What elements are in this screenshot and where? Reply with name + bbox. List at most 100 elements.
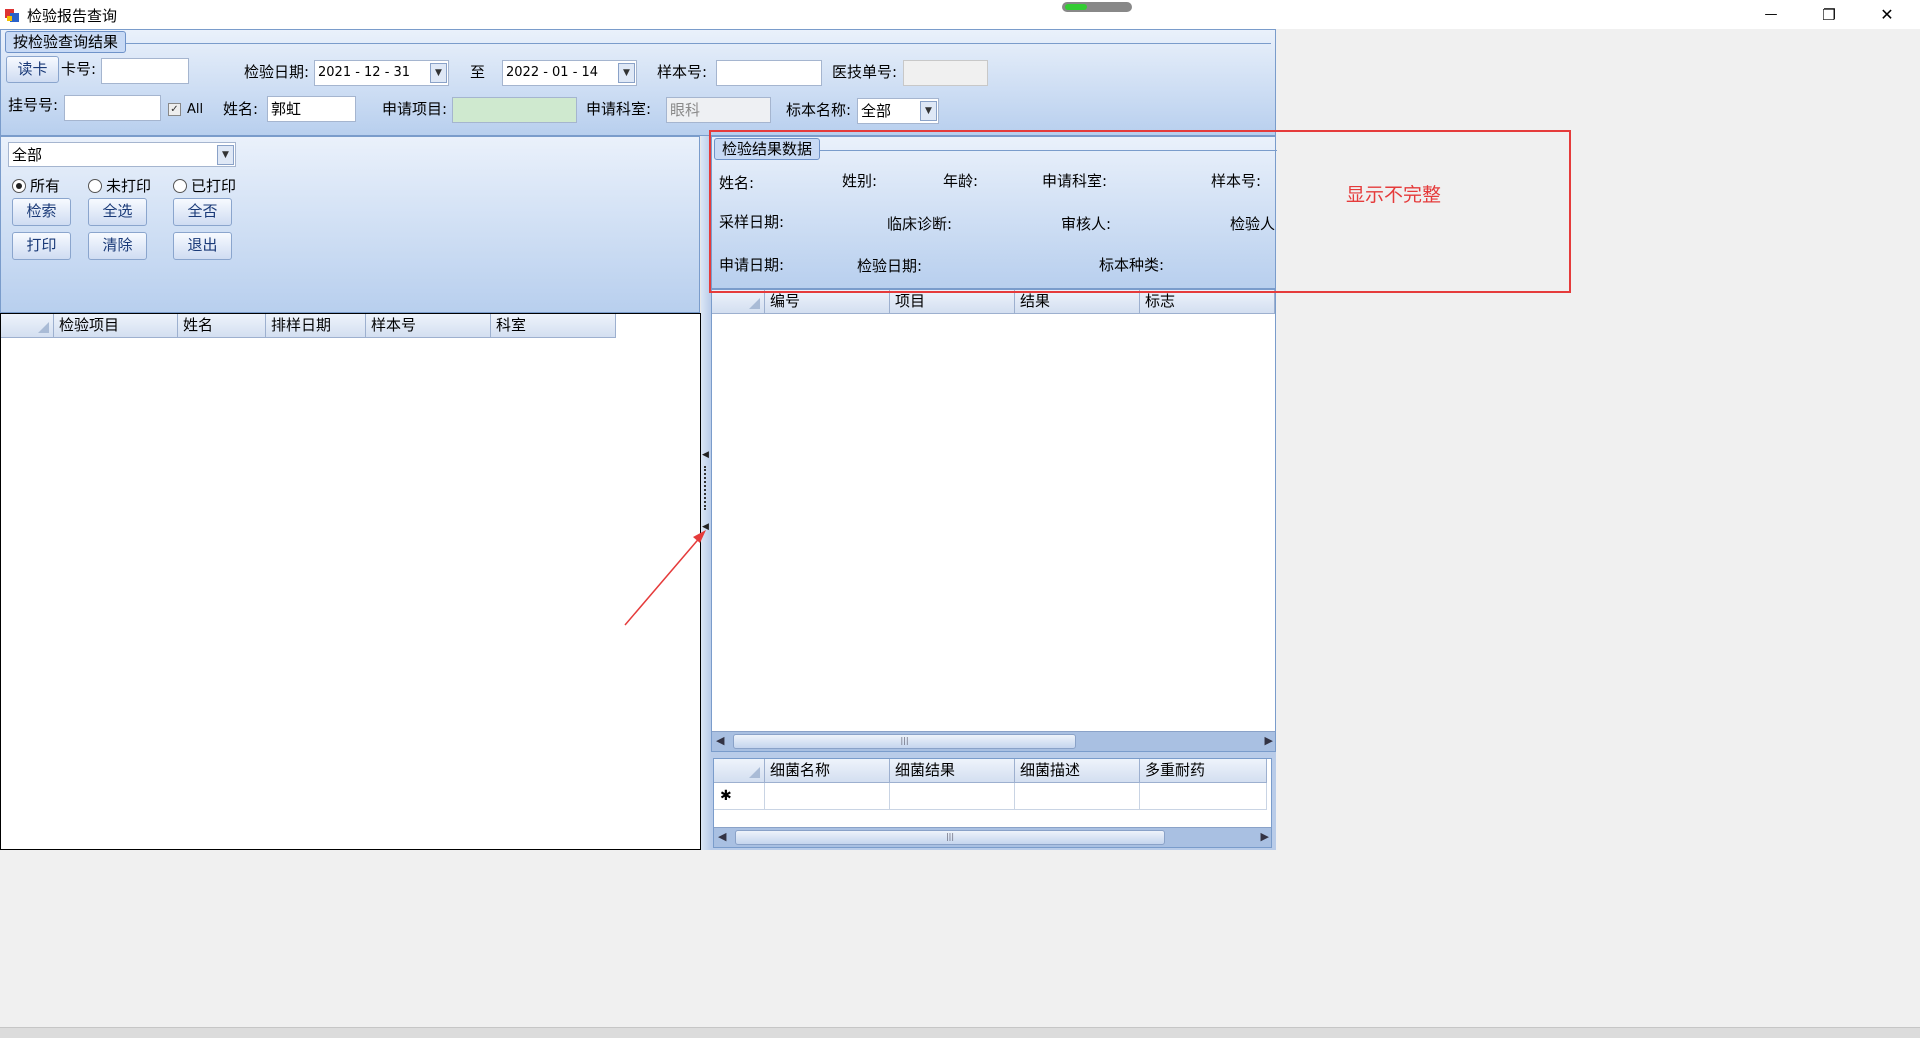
- scroll-right-icon[interactable]: ▶: [1261, 830, 1269, 843]
- new-row[interactable]: ✱: [714, 783, 1271, 810]
- chevron-down-icon[interactable]: ▼: [920, 101, 937, 121]
- radio-checked-icon: [12, 178, 26, 193]
- grip-icon: [704, 466, 708, 510]
- date-from-value: 2021 - 12 - 31: [318, 65, 411, 80]
- date-to-picker[interactable]: 2022 - 01 - 14 ▼: [502, 60, 637, 86]
- doctor-order-input[interactable]: [903, 60, 988, 86]
- taskbar-progress-indicator: [1062, 2, 1132, 12]
- select-all-button[interactable]: 全选: [88, 198, 147, 226]
- annotation-highlight-box: [709, 130, 1571, 293]
- result-grid[interactable]: 编号 项目 结果 标志 ◀ ||| ▶: [711, 289, 1276, 752]
- specimen-name-value: 全部: [861, 102, 892, 120]
- row-header-corner: [712, 290, 765, 314]
- close-button[interactable]: ✕: [1864, 0, 1910, 29]
- collapse-left-icon[interactable]: ◀: [702, 450, 709, 460]
- minimize-icon: —: [1764, 7, 1778, 22]
- table-cell[interactable]: [890, 783, 1015, 810]
- exit-button[interactable]: 退出: [173, 232, 232, 260]
- inspection-list-header: 检验项目 姓名 排样日期 样本号 科室: [1, 314, 616, 338]
- radio-printed[interactable]: 已打印: [173, 175, 236, 196]
- search-button[interactable]: 检索: [12, 198, 71, 226]
- scroll-thumb[interactable]: |||: [733, 734, 1076, 749]
- column-header[interactable]: 样本号: [366, 314, 491, 338]
- annotation-arrow-icon: [624, 530, 706, 626]
- reg-no-input[interactable]: [64, 95, 161, 121]
- radio-unchecked-icon: [173, 178, 187, 193]
- table-cell[interactable]: [765, 783, 890, 810]
- table-cell[interactable]: [1015, 783, 1140, 810]
- inspect-date-label: 检验日期:: [244, 63, 310, 81]
- column-header[interactable]: 检验项目: [54, 314, 178, 338]
- bacteria-grid[interactable]: 细菌名称 细菌结果 细菌描述 多重耐药 ✱ ◀ ||| ▶: [713, 758, 1272, 848]
- bacteria-grid-hscrollbar[interactable]: ◀ ||| ▶: [714, 827, 1271, 847]
- restore-button[interactable]: ❐: [1806, 0, 1852, 29]
- bottom-strip: [0, 1027, 1920, 1038]
- column-header[interactable]: 排样日期: [266, 314, 366, 338]
- apply-item-input[interactable]: [452, 97, 577, 123]
- card-no-input[interactable]: [101, 58, 189, 84]
- annotation-text: 显示不完整: [1346, 184, 1442, 206]
- bacteria-grid-container: 细菌名称 细菌结果 细菌描述 多重耐药 ✱ ◀ ||| ▶: [711, 752, 1276, 850]
- select-none-button[interactable]: 全否: [173, 198, 232, 226]
- column-header[interactable]: 细菌结果: [890, 759, 1015, 783]
- row-header-corner: [1, 314, 54, 338]
- chevron-down-icon[interactable]: ▼: [217, 145, 234, 165]
- chevron-down-icon[interactable]: ▼: [430, 63, 447, 83]
- filter-panel: 全部 ▼ 所有 未打印 已打印 检索 全选 全否 打印 清除 退出: [0, 136, 700, 313]
- all-checkbox[interactable]: ✓: [168, 103, 181, 116]
- scroll-left-icon[interactable]: ◀: [718, 830, 726, 843]
- column-header[interactable]: 科室: [491, 314, 616, 338]
- specimen-name-combo[interactable]: 全部 ▼: [857, 98, 939, 124]
- column-header[interactable]: 编号: [765, 290, 890, 314]
- column-header[interactable]: 项目: [890, 290, 1015, 314]
- print-button[interactable]: 打印: [12, 232, 71, 260]
- query-group-caption: 按检验查询结果: [5, 31, 127, 53]
- query-group-panel: 按检验查询结果 读卡 卡号: 检验日期: 2021 - 12 - 31 ▼ 至 …: [0, 29, 1276, 136]
- column-header[interactable]: 细菌描述: [1015, 759, 1140, 783]
- restore-icon: ❐: [1822, 5, 1836, 24]
- radio-unchecked-icon: [88, 178, 102, 193]
- radio-all[interactable]: 所有: [12, 175, 60, 196]
- column-header[interactable]: 姓名: [178, 314, 266, 338]
- print-status-value: 全部: [12, 146, 43, 164]
- date-from-picker[interactable]: 2021 - 12 - 31 ▼: [314, 60, 449, 86]
- apply-dept-label: 申请科室:: [586, 100, 652, 118]
- minimize-button[interactable]: —: [1748, 0, 1794, 29]
- sample-no-input[interactable]: [716, 60, 822, 86]
- app-icon: [5, 9, 19, 22]
- doctor-order-label: 医技单号:: [832, 63, 898, 81]
- result-grid-header: 编号 项目 结果 标志: [712, 290, 1275, 314]
- scroll-thumb[interactable]: |||: [735, 830, 1165, 845]
- close-icon: ✕: [1880, 5, 1894, 24]
- to-label: 至: [470, 63, 486, 81]
- column-header[interactable]: 标志: [1140, 290, 1275, 314]
- print-status-combo[interactable]: 全部 ▼: [8, 142, 236, 167]
- clear-button[interactable]: 清除: [88, 232, 147, 260]
- scroll-left-icon[interactable]: ◀: [716, 734, 724, 747]
- apply-dept-input[interactable]: 眼科: [666, 97, 771, 123]
- chevron-down-icon[interactable]: ▼: [618, 63, 635, 83]
- date-to-value: 2022 - 01 - 14: [506, 65, 599, 80]
- apply-item-label: 申请项目:: [382, 100, 448, 118]
- scroll-right-icon[interactable]: ▶: [1265, 734, 1273, 747]
- all-checkbox-label: All: [187, 102, 204, 117]
- card-no-label: 卡号:: [61, 60, 97, 78]
- column-header[interactable]: 结果: [1015, 290, 1140, 314]
- row-header-corner: [714, 759, 765, 783]
- reg-no-label: 挂号号:: [8, 96, 59, 114]
- column-header[interactable]: 多重耐药: [1140, 759, 1267, 783]
- window-title: 检验报告查询: [27, 7, 118, 25]
- specimen-name-label: 标本名称:: [786, 101, 852, 119]
- name-input[interactable]: 郭虹: [267, 96, 356, 122]
- new-row-icon: ✱: [714, 783, 765, 810]
- column-header[interactable]: 细菌名称: [765, 759, 890, 783]
- sample-no-label: 样本号:: [657, 63, 708, 81]
- title-bar: 检验报告查询 — ❐ ✕: [0, 0, 1920, 29]
- result-grid-hscrollbar[interactable]: ◀ ||| ▶: [712, 731, 1275, 751]
- bacteria-grid-header: 细菌名称 细菌结果 细菌描述 多重耐药: [714, 759, 1267, 783]
- read-card-button[interactable]: 读卡: [6, 56, 59, 83]
- name-label: 姓名:: [223, 100, 259, 118]
- inspection-list-grid[interactable]: 检验项目 姓名 排样日期 样本号 科室: [0, 313, 701, 850]
- radio-unprinted[interactable]: 未打印: [88, 175, 151, 196]
- table-cell[interactable]: [1140, 783, 1267, 810]
